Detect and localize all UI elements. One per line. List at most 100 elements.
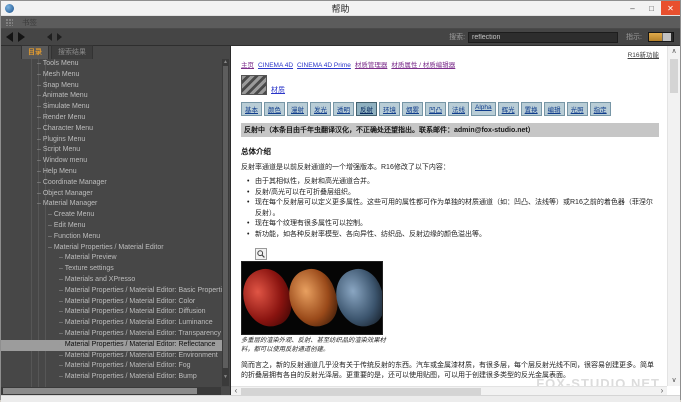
tree-item[interactable]: Object Manager — [1, 189, 222, 200]
breadcrumb-link[interactable]: CINEMA 4D — [258, 62, 293, 69]
channel-tab-link[interactable]: 法线 — [448, 102, 469, 116]
tree-item[interactable]: Materials and XPresso — [1, 275, 222, 286]
menu-bookmarks[interactable]: 书签 — [18, 17, 41, 28]
tab-search-results[interactable]: 搜索结果 — [51, 45, 93, 59]
body-paragraph: 简而言之，新的反射通道几乎没有关于传统反射的东西。汽车或金属漆材质，有很多层，每… — [241, 361, 659, 381]
content-horizontal-scrollbar[interactable]: ‹ › — [231, 386, 667, 395]
tree-item[interactable]: Material Properties / Material Editor: R… — [1, 340, 222, 351]
close-button[interactable]: ✕ — [661, 1, 680, 15]
scrollbar-thumb[interactable] — [670, 59, 678, 93]
prev-page-button[interactable] — [47, 33, 52, 41]
tree-item[interactable]: Function Menu — [1, 232, 222, 243]
scroll-down-icon[interactable]: ∨ — [668, 375, 680, 386]
channel-tab-link[interactable]: 指定 — [590, 102, 611, 116]
scroll-right-icon[interactable]: › — [657, 387, 667, 395]
tree-item[interactable]: Material Properties / Material Editor: D… — [1, 307, 222, 318]
breadcrumb-link[interactable]: CINEMA 4D Prime — [297, 62, 351, 69]
tree-item[interactable]: Material Preview — [1, 253, 222, 264]
tree-item[interactable]: Edit Menu — [1, 221, 222, 232]
material-link[interactable]: 材质 — [271, 85, 285, 95]
breadcrumb-link[interactable]: 材质管理器 — [355, 62, 388, 69]
next-page-button[interactable] — [57, 33, 62, 41]
tree-item[interactable]: Material Properties / Material Editor: B… — [1, 372, 222, 383]
minimize-button[interactable]: – — [623, 1, 642, 15]
window-bottom-frame — [1, 395, 680, 402]
tree-item[interactable]: Coordinate Manager — [1, 178, 222, 189]
titlebar: 帮助 – □ ✕ — [1, 1, 680, 16]
material-thumbnail-icon[interactable] — [241, 75, 267, 95]
search-input[interactable] — [468, 32, 618, 43]
r16-new-features-link[interactable]: R16新功能 — [628, 52, 659, 59]
tree-item[interactable]: Render Menu — [1, 113, 222, 124]
tree-item[interactable]: Animate Menu — [1, 91, 222, 102]
channel-tab-link[interactable]: 凹凸 — [425, 102, 446, 116]
tree-item[interactable]: Texture settings — [1, 264, 222, 275]
highlight-label: 指示: — [626, 32, 642, 42]
tree-item[interactable]: Help Menu — [1, 167, 222, 178]
search-label: 搜索: — [449, 32, 465, 42]
channel-tab-link[interactable]: Alpha — [471, 102, 496, 116]
scrollbar-thumb[interactable] — [223, 66, 228, 368]
prev-page-icon — [47, 33, 52, 41]
scroll-up-icon[interactable]: ∧ — [668, 46, 680, 57]
channel-tab-link[interactable]: 基本 — [241, 102, 262, 116]
scroll-up-icon[interactable]: ▲ — [222, 59, 229, 65]
feature-list-item: 现在每个反射层可以定义更多属性。这些可用的属性都可作为单独的材质通道（如：凹凸、… — [241, 198, 659, 219]
copper-car-shell — [282, 263, 344, 332]
channel-tab-link[interactable]: 透明 — [333, 102, 354, 116]
scroll-left-icon[interactable]: ‹ — [231, 387, 241, 395]
tree-item[interactable]: Window menu — [1, 156, 222, 167]
channel-tab-link[interactable]: 辉光 — [498, 102, 519, 116]
home-button[interactable] — [31, 32, 42, 42]
tab-contents[interactable]: 目录 — [21, 45, 49, 59]
channel-tab-link[interactable]: 光照 — [567, 102, 588, 116]
channel-tab-link[interactable]: 烟雾 — [402, 102, 423, 116]
magnifier-icon — [257, 250, 265, 258]
feature-list-item: 由于其相似性，反射和高光通道合并。 — [241, 177, 659, 188]
channel-tab-link[interactable]: 漫射 — [287, 102, 308, 116]
help-window: 帮助 – □ ✕ 书签 搜索: 指示: — [0, 0, 681, 400]
tree-item[interactable]: Script Menu — [1, 145, 222, 156]
channel-tab-link[interactable]: 发光 — [310, 102, 331, 116]
tree-item[interactable]: Simulate Menu — [1, 102, 222, 113]
toolbar: 搜索: 指示: — [1, 29, 680, 46]
channel-tab-link[interactable]: 置换 — [521, 102, 542, 116]
channel-tab-link[interactable]: 编辑 — [544, 102, 565, 116]
breadcrumb-link[interactable]: 主页 — [241, 62, 254, 69]
image-zoom-button[interactable] — [255, 248, 267, 260]
tree-item[interactable]: Material Properties / Material Editor: F… — [1, 361, 222, 372]
tree-item[interactable]: Material Properties / Material Editor: T… — [1, 329, 222, 340]
breadcrumb-link[interactable]: 材质属性 / 材质编辑器 — [391, 62, 455, 69]
content-vertical-scrollbar[interactable]: ∧ ∨ — [667, 46, 680, 386]
tree-item[interactable]: Mesh Menu — [1, 70, 222, 81]
tree-item[interactable]: Snap Menu — [1, 81, 222, 92]
back-button[interactable] — [6, 32, 13, 42]
tree-item[interactable]: Material Manager — [1, 199, 222, 210]
tree-item[interactable]: Material Properties / Material Editor: C… — [1, 297, 222, 308]
feature-list-item: 现在每个纹理有很多属性可以控制。 — [241, 219, 659, 230]
breadcrumb: 主页 CINEMA 4D CINEMA 4D Prime 材质管理器材质属性 / 材质… — [241, 59, 659, 69]
feature-list-item: 反射/高光可以在可折叠层组织。 — [241, 188, 659, 199]
tree-item[interactable]: Plugins Menu — [1, 135, 222, 146]
channel-tab-link[interactable]: 颜色 — [264, 102, 285, 116]
scroll-down-icon[interactable]: ▼ — [222, 374, 229, 380]
tree-item[interactable]: Material Properties / Material Editor: E… — [1, 351, 222, 362]
next-page-icon — [57, 33, 62, 41]
channel-tab-link[interactable]: 反射 — [356, 102, 377, 116]
scrollbar-thumb[interactable] — [3, 388, 197, 394]
highlight-toggle[interactable] — [648, 32, 674, 42]
car-paint-render-image[interactable] — [241, 261, 383, 335]
tree-item[interactable]: Create Menu — [1, 210, 222, 221]
tree-item[interactable]: Material Properties / Material Editor: L… — [1, 318, 222, 329]
tree-item[interactable]: Material Properties / Material Editor — [1, 243, 222, 254]
forward-button[interactable] — [18, 32, 25, 42]
scrollbar-thumb[interactable] — [241, 388, 481, 395]
channel-tab-link[interactable]: 环境 — [379, 102, 400, 116]
tree-item[interactable]: Character Menu — [1, 124, 222, 135]
tree-item[interactable]: Tools Menu — [1, 59, 222, 70]
sidebar-horizontal-scrollbar[interactable] — [1, 387, 221, 395]
tree-item[interactable]: Material Properties / Material Editor: B… — [1, 286, 222, 297]
scrollbar-corner — [221, 387, 230, 395]
sidebar-vertical-scrollbar[interactable]: ▲ ▼ — [222, 59, 229, 386]
maximize-button[interactable]: □ — [642, 1, 661, 15]
